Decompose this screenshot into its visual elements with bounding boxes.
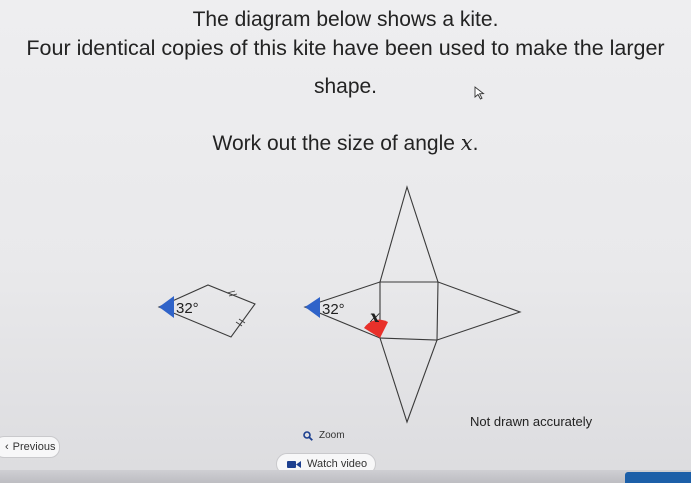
bottom-accent-button[interactable] xyxy=(625,472,691,483)
shape-inner-square xyxy=(379,281,439,341)
single-kite: 32° xyxy=(157,284,256,338)
not-drawn-accurately-note: Not drawn accurately xyxy=(470,414,593,429)
chevron-left-icon: ‹ xyxy=(5,441,9,453)
bottom-bar xyxy=(0,470,691,483)
diagram: 32° 32° x xyxy=(157,185,522,424)
previous-label: Previous xyxy=(12,441,56,453)
zoom-label: Zoom xyxy=(319,430,345,441)
shape-angle-marker xyxy=(305,297,320,318)
shape-angle-label: 32° xyxy=(322,301,345,318)
four-kite-shape: 32° x xyxy=(303,185,522,424)
unknown-angle-label: x xyxy=(369,307,380,326)
kite-angle-marker xyxy=(159,296,174,318)
cursor-icon xyxy=(474,86,485,100)
kite-angle-label: 32° xyxy=(176,300,199,317)
video-camera-icon xyxy=(287,460,301,468)
search-icon xyxy=(303,430,313,441)
watch-video-label: Watch video xyxy=(307,458,368,470)
previous-button[interactable]: ‹ Previous xyxy=(0,436,60,458)
zoom-button[interactable]: Zoom xyxy=(303,430,345,441)
